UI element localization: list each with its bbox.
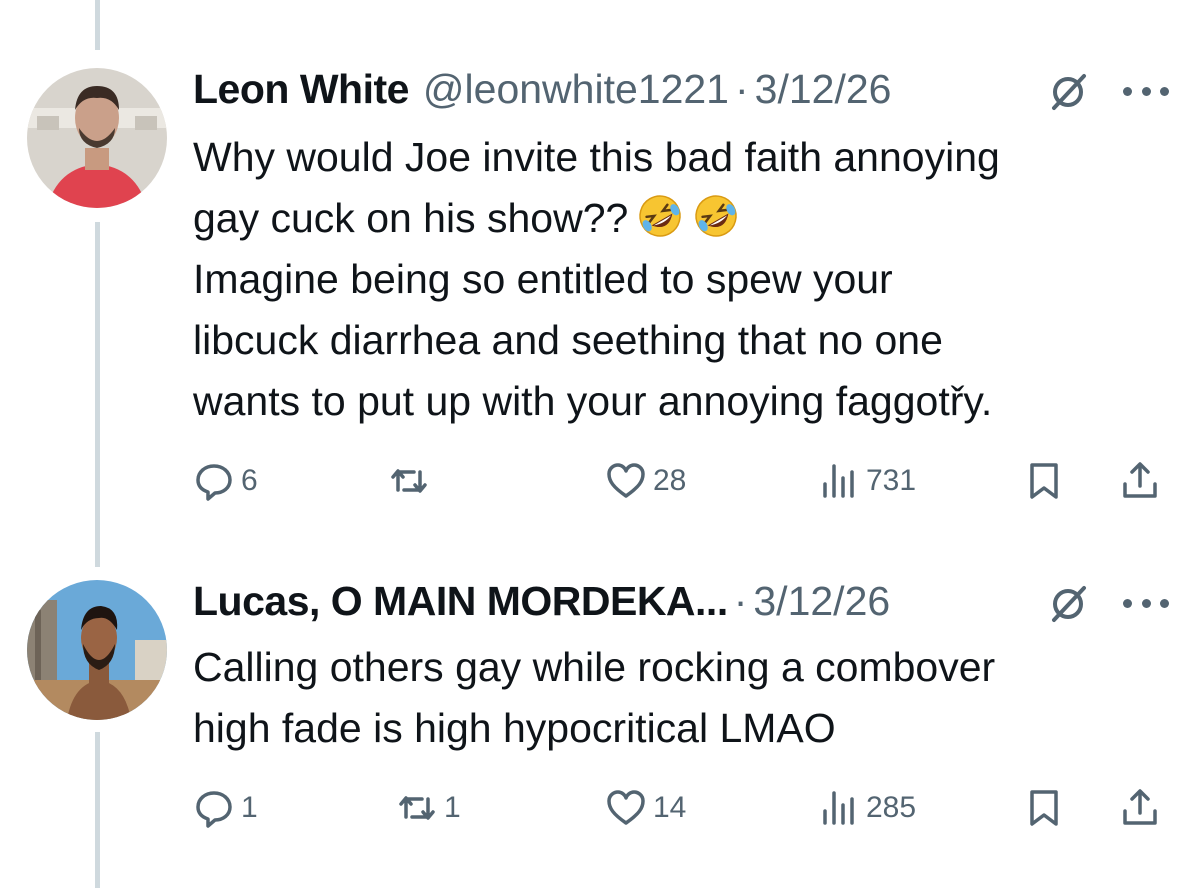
separator-dot: · (734, 66, 749, 112)
bookmark-button[interactable] (1023, 456, 1065, 506)
like-count: 14 (653, 791, 687, 824)
share-button[interactable] (1119, 456, 1161, 506)
post-text-line: Why would Joe invite this bad faith anno… (193, 134, 1000, 180)
grok-icon[interactable] (1046, 582, 1090, 626)
repost-icon (391, 469, 427, 493)
more-icon[interactable] (1123, 84, 1169, 98)
repost-button[interactable] (388, 456, 436, 506)
repost-count: 1 (444, 791, 461, 824)
author-handle[interactable]: @leonwhite1221 (423, 64, 729, 114)
post-text: Calling others gay while rocking a combo… (193, 637, 1183, 759)
bookmark-button[interactable] (1023, 783, 1065, 833)
rolling-on-floor-laughing-emoji (636, 192, 684, 240)
like-count: 28 (653, 464, 687, 497)
post-text-line: libcuck diarrhea and seething that no on… (193, 317, 943, 363)
reply-count: 1 (241, 791, 258, 824)
grok-icon[interactable] (1046, 70, 1090, 114)
post-text-line: wants to put up with your annoying faggo… (193, 378, 993, 424)
post-text-line-with-emoji: gay cuck on his show?? (193, 188, 1183, 249)
like-button[interactable]: 14 (605, 783, 686, 833)
post-date[interactable]: 3/12/26 (753, 576, 890, 626)
share-icon (1123, 789, 1157, 825)
post-text-line: high fade is high hypocritical LMAO (193, 705, 836, 751)
repost-icon (399, 796, 435, 820)
reply-count: 6 (241, 464, 258, 497)
post-text-line: Imagine being so entitled to spew your (193, 256, 893, 302)
post-header: Leon White @leonwhite1221 · 3/12/26 (193, 64, 891, 114)
share-icon (1123, 462, 1157, 498)
rolling-on-floor-laughing-emoji (692, 192, 740, 240)
views-count: 731 (866, 464, 917, 497)
post-text-line: Calling others gay while rocking a combo… (193, 644, 996, 690)
views-button[interactable]: 285 (818, 783, 916, 833)
reply-button[interactable]: 6 (193, 456, 258, 506)
reply-icon (196, 791, 232, 828)
post-header: Lucas, O MAIN MORDEKA... · 3/12/26 (193, 576, 890, 626)
post-actions: 1 1 14 285 (193, 783, 1173, 833)
separator-dot: · (733, 578, 748, 624)
avatar[interactable] (27, 68, 167, 208)
bookmark-icon (1030, 463, 1058, 499)
author-name[interactable]: Leon White (193, 64, 409, 114)
author-name[interactable]: Lucas, O MAIN MORDEKA... (193, 576, 728, 626)
share-button[interactable] (1119, 783, 1161, 833)
thread-line-middle (95, 222, 100, 567)
views-count: 285 (866, 791, 917, 824)
reply-icon (196, 464, 232, 501)
bookmark-icon (1030, 790, 1058, 826)
post-actions: 6 28 731 (193, 456, 1173, 506)
repost-button[interactable]: 1 (396, 783, 461, 833)
avatar[interactable] (27, 580, 167, 720)
thread-line-bottom (95, 732, 100, 888)
post-date[interactable]: 3/12/26 (755, 64, 892, 114)
post-text-line: gay cuck on his show?? (193, 195, 629, 241)
like-button[interactable]: 28 (605, 456, 686, 506)
views-icon (823, 791, 854, 825)
views-icon (823, 464, 854, 498)
thread-line-top (95, 0, 100, 50)
like-icon (607, 790, 645, 825)
reply-button[interactable]: 1 (193, 783, 258, 833)
post-text: Why would Joe invite this bad faith anno… (193, 127, 1183, 432)
more-icon[interactable] (1123, 596, 1169, 610)
views-button[interactable]: 731 (818, 456, 916, 506)
like-icon (607, 463, 645, 498)
